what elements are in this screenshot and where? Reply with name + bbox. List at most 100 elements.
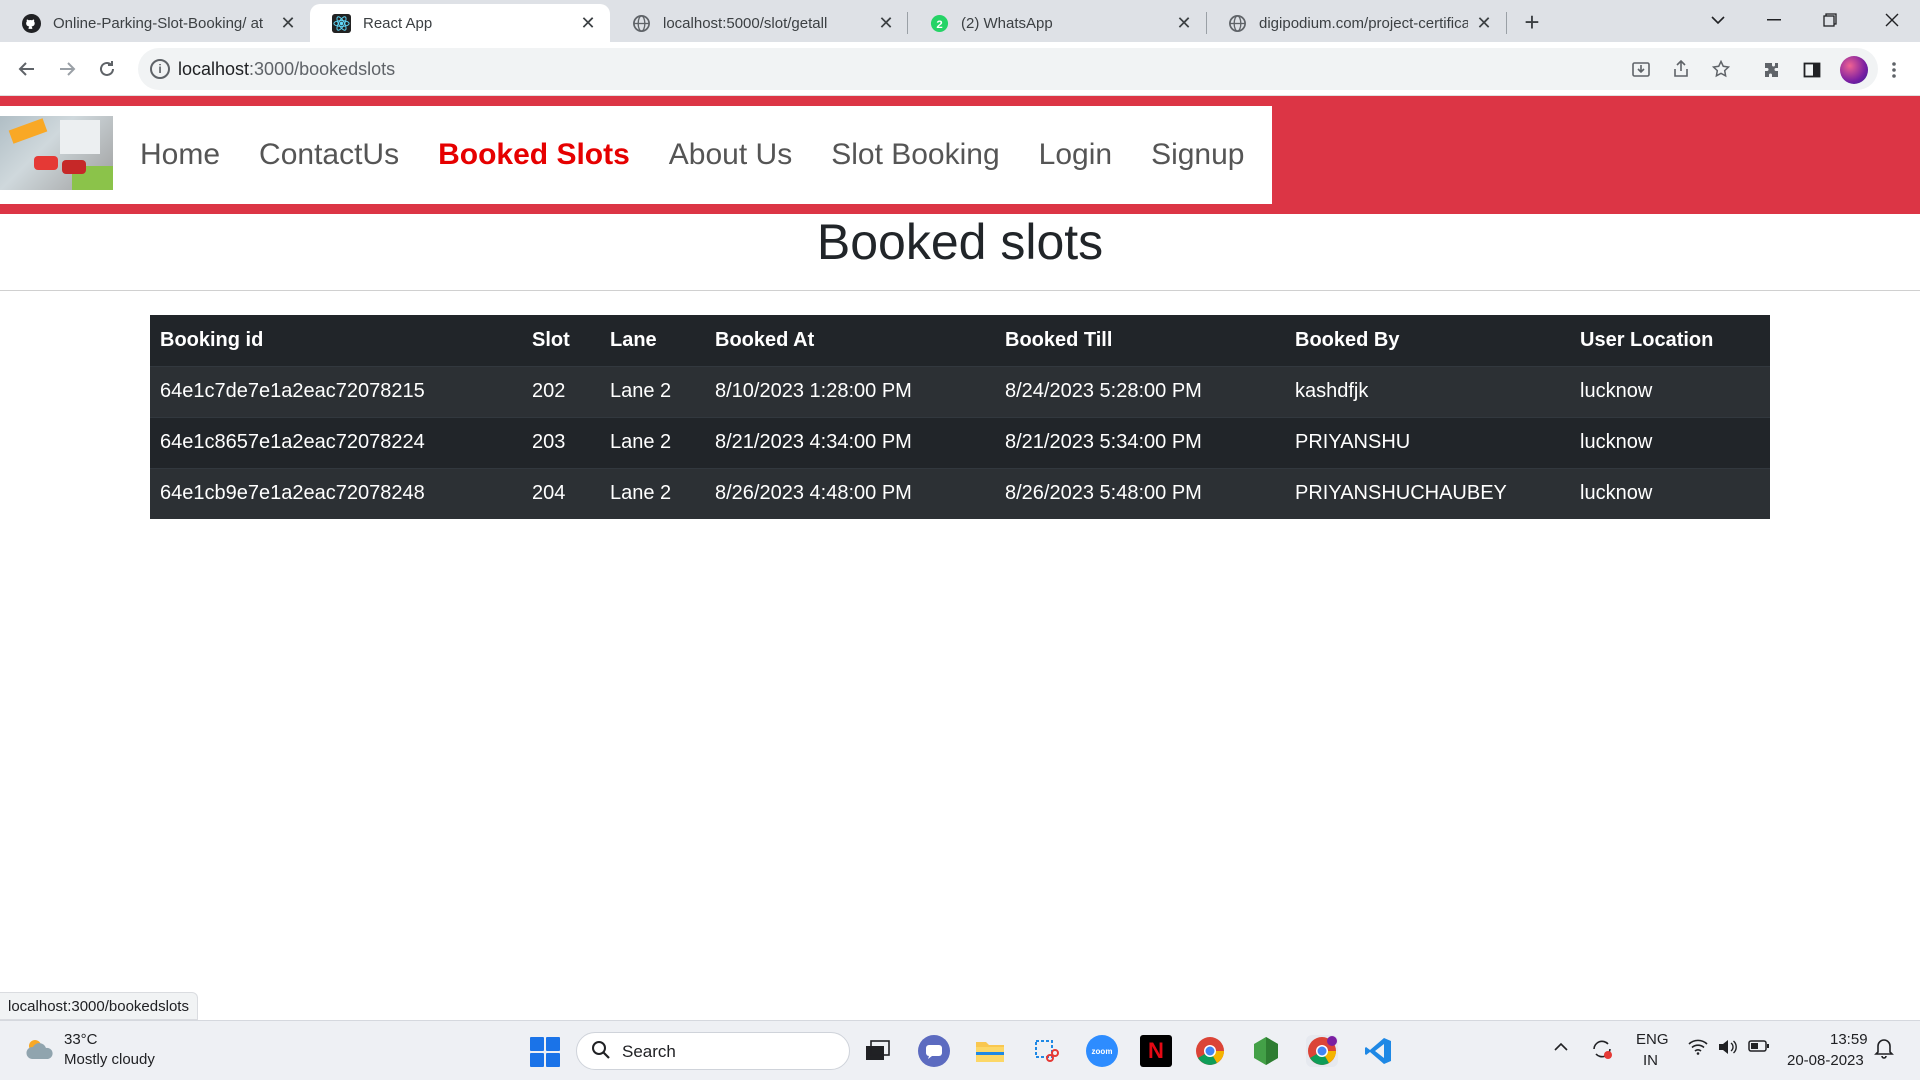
tab-separator: [1506, 12, 1507, 34]
file-explorer-icon[interactable]: [974, 1035, 1006, 1067]
column-header-slot: Slot: [522, 315, 600, 367]
nav-link-signup[interactable]: Signup: [1151, 138, 1244, 172]
cell-booked-till: 8/21/2023 5:34:00 PM: [995, 416, 1285, 468]
back-arrow-icon[interactable]: [12, 54, 42, 84]
profile-avatar[interactable]: [1840, 56, 1868, 84]
taskbar-search[interactable]: Search: [576, 1032, 850, 1070]
logo-car: [62, 160, 86, 174]
chrome-active-icon[interactable]: [1306, 1035, 1338, 1067]
clock-date[interactable]: 20-08-2023: [1787, 1052, 1864, 1069]
cell-user-location: lucknow: [1570, 365, 1770, 417]
chevron-up-icon[interactable]: [1554, 1039, 1568, 1057]
parking-logo[interactable]: [0, 116, 113, 190]
tab-title: Online-Parking-Slot-Booking/ at: [53, 14, 264, 32]
cell-lane: Lane 2: [600, 365, 705, 417]
reload-icon[interactable]: [92, 54, 122, 84]
close-icon[interactable]: ✕: [1474, 13, 1494, 33]
language-region[interactable]: IN: [1643, 1052, 1658, 1069]
tab-title: React App: [363, 14, 433, 32]
cell-booking-id: 64e1c8657e1a2eac72078224: [150, 416, 522, 468]
cell-booked-at: 8/10/2023 1:28:00 PM: [705, 365, 995, 417]
address-bar[interactable]: i localhost:3000/bookedslots: [138, 48, 1878, 90]
nav-link-login[interactable]: Login: [1039, 138, 1112, 172]
github-icon: [22, 13, 41, 33]
snipping-tool-icon[interactable]: [1030, 1035, 1062, 1067]
cell-user-location: lucknow: [1570, 467, 1770, 519]
react-icon: [332, 13, 351, 33]
cell-booked-till: 8/24/2023 5:28:00 PM: [995, 365, 1285, 417]
nav-link-home[interactable]: Home: [140, 138, 220, 172]
tab-title: digipodium.com/project-certifica: [1259, 14, 1468, 32]
forward-arrow-icon[interactable]: [52, 54, 82, 84]
tab-whatsapp[interactable]: 2 (2) WhatsApp ✕: [908, 4, 1206, 42]
language-indicator[interactable]: ENG: [1636, 1031, 1669, 1048]
vscode-icon[interactable]: [1362, 1035, 1394, 1067]
cell-booked-at: 8/26/2023 4:48:00 PM: [705, 467, 995, 519]
more-menu-icon[interactable]: [1882, 58, 1906, 82]
nav-link-booked-slots[interactable]: Booked Slots: [438, 138, 630, 172]
taskbar: 33°C Mostly cloudy Search zoom N ENG IN: [0, 1020, 1920, 1080]
close-icon[interactable]: ✕: [278, 13, 298, 33]
close-window-icon[interactable]: [1864, 0, 1920, 40]
cell-booked-at: 8/21/2023 4:34:00 PM: [705, 416, 995, 468]
cell-booked-by: PRIYANSHU: [1285, 416, 1570, 468]
cell-user-location: lucknow: [1570, 416, 1770, 468]
column-header-booked-by: Booked By: [1285, 315, 1570, 367]
cell-slot: 204: [522, 467, 600, 519]
search-icon: [591, 1040, 611, 1066]
cloudy-weather-icon[interactable]: [24, 1037, 54, 1059]
cell-slot: 203: [522, 416, 600, 468]
install-icon[interactable]: [1630, 58, 1652, 80]
battery-icon[interactable]: [1748, 1039, 1770, 1058]
booked-slots-table: Booking id Slot Lane Booked At Booked Ti…: [150, 315, 1770, 519]
nav-link-contactus[interactable]: ContactUs: [259, 138, 399, 172]
nav-link-slot-booking[interactable]: Slot Booking: [831, 138, 999, 172]
cell-booked-by: kashdfjk: [1285, 365, 1570, 417]
page-content: Home ContactUs Booked Slots About Us Slo…: [0, 96, 1920, 1020]
wifi-icon[interactable]: [1688, 1039, 1708, 1060]
restore-icon[interactable]: [1802, 0, 1858, 40]
cell-lane: Lane 2: [600, 416, 705, 468]
tab-title: (2) WhatsApp: [961, 14, 1053, 32]
site-info-icon[interactable]: i: [150, 59, 170, 79]
nav-link-about-us[interactable]: About Us: [669, 138, 792, 172]
tab-digipodium[interactable]: digipodium.com/project-certifica ✕: [1206, 4, 1506, 42]
cell-booking-id: 64e1c7de7e1a2eac72078215: [150, 365, 522, 417]
extensions-icon[interactable]: [1760, 58, 1784, 82]
close-icon[interactable]: ✕: [578, 13, 598, 33]
new-tab-button[interactable]: +: [1518, 7, 1546, 37]
weather-temperature[interactable]: 33°C: [64, 1031, 98, 1048]
share-icon[interactable]: [1670, 58, 1692, 80]
close-icon[interactable]: ✕: [876, 13, 896, 33]
whatsapp-icon: 2: [930, 14, 949, 33]
globe-icon: [1228, 14, 1247, 33]
nav-links: Home ContactUs Booked Slots About Us Slo…: [140, 106, 1283, 204]
tab-react-app[interactable]: React App ✕: [310, 4, 610, 42]
volume-icon[interactable]: [1718, 1039, 1738, 1060]
header-bar: Home ContactUs Booked Slots About Us Slo…: [0, 96, 1920, 214]
windows-start-icon[interactable]: [530, 1037, 560, 1067]
zoom-icon[interactable]: zoom: [1086, 1035, 1118, 1067]
search-placeholder: Search: [622, 1042, 676, 1061]
tab-search-icon[interactable]: [1690, 0, 1746, 40]
url-text[interactable]: localhost:3000/bookedslots: [178, 59, 395, 80]
clock-time[interactable]: 13:59: [1830, 1031, 1868, 1048]
bookmark-star-icon[interactable]: [1710, 58, 1732, 80]
chrome-icon[interactable]: [1194, 1035, 1226, 1067]
tab-localhost-5000[interactable]: localhost:5000/slot/getall ✕: [610, 4, 908, 42]
globe-icon: [632, 14, 651, 33]
notification-bell-icon[interactable]: [1874, 1037, 1894, 1064]
netflix-icon[interactable]: N: [1140, 1035, 1172, 1067]
minimize-icon[interactable]: [1746, 0, 1802, 40]
sync-icon[interactable]: [1590, 1037, 1614, 1066]
close-icon[interactable]: ✕: [1174, 13, 1194, 33]
cell-booked-till: 8/26/2023 5:48:00 PM: [995, 467, 1285, 519]
side-panel-icon[interactable]: [1800, 58, 1824, 82]
tab-github[interactable]: Online-Parking-Slot-Booking/ at ✕: [0, 4, 310, 42]
teams-chat-icon[interactable]: [918, 1035, 950, 1067]
weather-description[interactable]: Mostly cloudy: [64, 1051, 155, 1068]
task-view-icon[interactable]: [862, 1035, 894, 1067]
column-header-user-location: User Location: [1570, 315, 1770, 367]
nodejs-icon[interactable]: [1250, 1035, 1282, 1067]
logo-parking-sign: [8, 118, 48, 144]
